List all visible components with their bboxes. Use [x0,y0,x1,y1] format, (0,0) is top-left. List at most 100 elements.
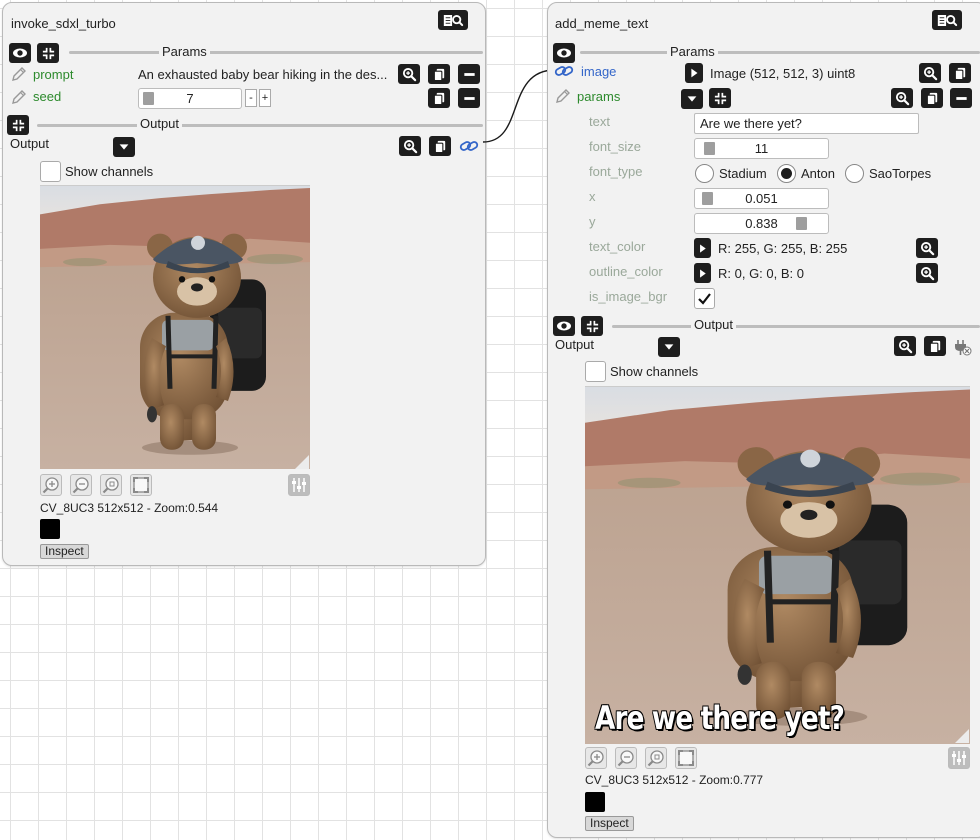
output-copy-button[interactable] [924,336,946,356]
prompt-value[interactable]: An exhausted baby bear hiking in the des… [138,67,387,82]
zoom-out-button[interactable] [70,474,92,496]
zoom-in-button[interactable] [40,474,62,496]
seed-copy-button[interactable] [428,88,450,108]
play-icon [696,267,709,280]
collapse-params-button[interactable] [37,43,59,63]
copy-icon [928,339,943,354]
params-collapse-button[interactable] [709,88,731,108]
text-color-expand-button[interactable] [694,238,711,258]
node-invoke-sdxl-turbo[interactable]: invoke_sdxl_turbo Params prompt An exhau… [2,2,486,566]
slider-grab[interactable] [702,192,713,205]
settings-button[interactable] [288,474,310,496]
output-divider [37,124,483,127]
link-icon[interactable] [459,138,479,154]
seed-label: seed [33,89,62,104]
zoom-fit-icon [101,475,121,495]
output-label: Output [555,337,595,352]
full-size-button[interactable] [130,474,152,496]
font-radio-stadium[interactable] [695,164,714,183]
params-divider [580,51,980,54]
text-color-zoom-button[interactable] [916,238,938,258]
slider-grab[interactable] [143,92,154,105]
is-image-bgr-label: is_image_bgr [589,289,668,304]
node-add-meme-text[interactable]: add_meme_text Params image Image (512, 5… [547,2,980,838]
zoom-fit-button[interactable] [100,474,122,496]
y-slider[interactable]: 0.838 [694,213,829,234]
show-channels-checkbox[interactable] [585,361,606,382]
minus-icon [462,67,477,82]
link-icon[interactable] [554,63,574,79]
image-expand-button[interactable] [685,63,703,83]
zoom-out-button[interactable] [615,747,637,769]
outline-color-zoom-button[interactable] [916,263,938,283]
prompt-remove-button[interactable] [458,64,480,84]
image-copy-button[interactable] [949,63,971,83]
output-zoom-button[interactable] [399,136,421,156]
params-remove-button[interactable] [950,88,972,108]
seed-remove-button[interactable] [458,88,480,108]
x-slider[interactable]: 0.051 [694,188,829,209]
prompt-zoom-button[interactable] [398,64,420,84]
show-channels-label: Show channels [610,364,699,379]
prompt-label: prompt [33,67,74,82]
params-zoom-button[interactable] [891,88,913,108]
zoom-in-button[interactable] [585,747,607,769]
pixel-color-swatch [585,792,605,812]
font-radio-anton[interactable] [777,164,796,183]
params-header: Params [667,44,718,59]
copy-icon [433,139,448,154]
font-radio-saotorpes[interactable] [845,164,864,183]
outline-color-expand-button[interactable] [694,263,711,283]
font-option-label: SaoTorpes [869,166,932,181]
settings-sliders-icon [289,475,309,495]
image-resize-handle[interactable] [955,729,969,743]
pencil-icon[interactable] [555,88,571,104]
is-image-bgr-checkbox[interactable] [694,288,715,309]
settings-button[interactable] [948,747,970,769]
output-zoom-button[interactable] [894,336,916,356]
settings-sliders-icon [949,748,969,768]
show-output-button[interactable] [553,316,575,336]
pencil-icon[interactable] [11,89,27,105]
output-dropdown-button[interactable] [113,137,135,157]
zoom-in-icon [586,748,606,768]
output-copy-button[interactable] [429,136,451,156]
params-dropdown-button[interactable] [681,89,703,109]
image-resize-handle[interactable] [295,455,309,469]
inspect-button[interactable]: Inspect [585,816,634,831]
eye-icon [556,45,572,61]
image-info: CV_8UC3 512x512 - Zoom:0.544 [40,501,219,515]
inspect-button[interactable]: Inspect [40,544,89,559]
pencil-icon[interactable] [11,66,27,82]
image-param-value: Image (512, 512, 3) uint8 [710,66,856,81]
zoom-fit-button[interactable] [645,747,667,769]
slider-grab[interactable] [704,142,715,155]
seed-decrement-button[interactable]: - [245,89,257,107]
collapse-output-button[interactable] [581,316,603,336]
font-size-slider[interactable]: 11 [694,138,829,159]
text-input[interactable]: Are we there yet? [694,113,919,134]
collapse-output-button[interactable] [7,115,29,135]
show-params-button[interactable] [553,43,575,63]
params-copy-button[interactable] [921,88,943,108]
seed-increment-button[interactable]: + [259,89,271,107]
slider-grab[interactable] [796,217,807,230]
check-icon [698,293,711,305]
output-dropdown-button[interactable] [658,337,680,357]
show-params-button[interactable] [9,43,31,63]
image-zoom-button[interactable] [919,63,941,83]
doc-search-button[interactable] [438,10,468,30]
show-channels-checkbox[interactable] [40,161,61,182]
outline-color-label: outline_color [589,264,663,279]
seed-slider[interactable]: 7 [138,88,242,109]
plug-off-icon[interactable] [952,337,972,357]
output-image[interactable]: Are we there yet? [585,386,970,744]
prompt-copy-button[interactable] [428,64,450,84]
output-image[interactable] [40,185,310,469]
collapse-icon [585,319,600,334]
doc-search-button[interactable] [932,10,962,30]
node-title: invoke_sdxl_turbo [11,16,116,31]
zoom-icon [920,241,935,256]
full-size-button[interactable] [675,747,697,769]
show-channels-label: Show channels [65,164,154,179]
